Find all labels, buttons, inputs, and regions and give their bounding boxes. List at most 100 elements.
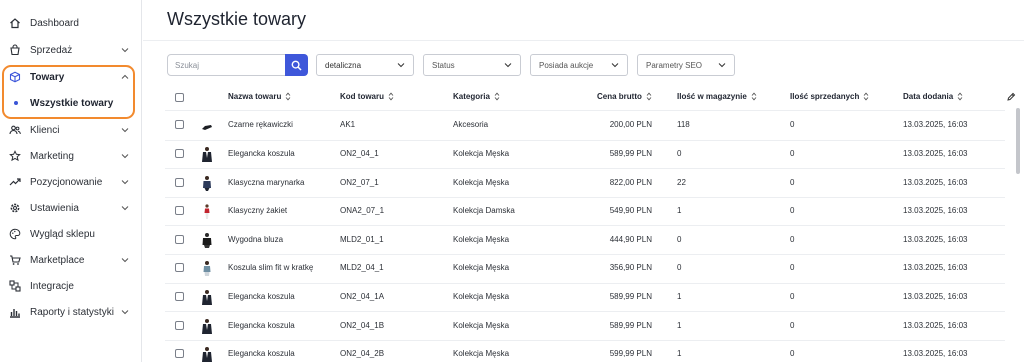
product-code: ON2_04_1 xyxy=(340,148,379,158)
column-header-category[interactable]: Kategoria xyxy=(453,92,500,101)
price-type-select[interactable]: detaliczna xyxy=(316,54,414,76)
row-divider xyxy=(165,168,1005,170)
bar-chart-icon xyxy=(9,306,21,318)
sidebar-item-klienci[interactable]: Klienci xyxy=(0,117,142,143)
status-select[interactable]: Status xyxy=(423,54,521,76)
column-header-label: Kategoria xyxy=(453,92,490,101)
cart-icon xyxy=(9,44,21,56)
product-thumbnail[interactable] xyxy=(201,260,213,277)
sidebar-item-wyglad-sklepu[interactable]: Wygląd sklepu xyxy=(0,221,142,247)
row-checkbox[interactable] xyxy=(175,320,184,330)
product-code: AK1 xyxy=(340,120,356,130)
product-date: 13.03.2025, 16:03 xyxy=(903,148,968,158)
sidebar-item-integracje[interactable]: Integracje xyxy=(0,273,142,299)
sort-icon xyxy=(751,92,757,101)
product-code: MLD2_04_1 xyxy=(340,263,384,273)
product-stock: 0 xyxy=(677,263,682,273)
chevron-down-icon xyxy=(121,180,129,185)
product-thumbnail[interactable] xyxy=(201,318,213,334)
product-category: Kolekcja Damska xyxy=(453,206,515,216)
product-thumbnail[interactable] xyxy=(201,175,213,191)
product-thumbnail[interactable] xyxy=(201,117,213,133)
gear-icon xyxy=(9,202,21,214)
scrollbar-thumb[interactable] xyxy=(1016,108,1020,174)
product-thumbnail[interactable] xyxy=(201,346,213,362)
product-thumbnail[interactable] xyxy=(201,232,213,248)
row-checkbox[interactable] xyxy=(175,349,184,359)
column-header-label: Ilość w magazynie xyxy=(677,92,747,101)
product-name[interactable]: Klasyczny żakiet xyxy=(228,206,287,215)
column-header-code[interactable]: Kod towaru xyxy=(340,92,394,101)
sidebar-item-marketplace[interactable]: Marketplace xyxy=(0,247,142,273)
product-date: 13.03.2025, 16:03 xyxy=(903,120,968,130)
product-name[interactable]: Czarne rękawiczki xyxy=(228,120,293,129)
product-name[interactable]: Wygodna bluza xyxy=(228,235,283,244)
row-checkbox[interactable] xyxy=(175,177,184,187)
row-checkbox[interactable] xyxy=(175,234,184,244)
product-category: Kolekcja Męska xyxy=(453,349,510,359)
product-date: 13.03.2025, 16:03 xyxy=(903,206,968,216)
product-date: 13.03.2025, 16:03 xyxy=(903,349,968,359)
sidebar-item-pozycjonowanie[interactable]: Pozycjonowanie xyxy=(0,169,142,195)
product-code: ON2_04_2B xyxy=(340,349,385,359)
product-date: 13.03.2025, 16:03 xyxy=(903,320,968,330)
sidebar-item-marketing[interactable]: Marketing xyxy=(0,143,142,169)
column-header-price[interactable]: Cena brutto xyxy=(597,92,652,101)
product-name[interactable]: Klasyczna marynarka xyxy=(228,178,304,187)
product-stock: 1 xyxy=(677,206,682,216)
product-name[interactable]: Elegancka koszula xyxy=(228,321,295,330)
column-header-name[interactable]: Nazwa towaru xyxy=(228,92,291,101)
row-checkbox[interactable] xyxy=(175,263,184,273)
row-divider xyxy=(165,282,1005,284)
sidebar-item-label: Marketing xyxy=(30,150,74,162)
product-price: 356,90 PLN xyxy=(609,263,652,273)
sort-icon xyxy=(286,92,291,101)
product-thumbnail[interactable] xyxy=(201,146,213,162)
sidebar-item-sprzedaz[interactable]: Sprzedaż xyxy=(0,37,142,63)
row-divider xyxy=(165,225,1005,227)
product-name[interactable]: Elegancka koszula xyxy=(228,349,295,358)
row-divider xyxy=(165,339,1005,341)
product-price: 599,99 PLN xyxy=(609,349,652,359)
row-divider xyxy=(165,139,1005,141)
chevron-down-icon xyxy=(121,154,129,159)
sidebar-item-dashboard[interactable]: Dashboard xyxy=(0,10,142,36)
price-type-value: detaliczna xyxy=(325,60,362,70)
chevron-down-icon xyxy=(397,63,405,68)
row-checkbox[interactable] xyxy=(175,120,184,130)
product-name[interactable]: Elegancka koszula xyxy=(228,149,295,158)
sidebar-item-label: Pozycjonowanie xyxy=(30,176,103,188)
product-sold: 0 xyxy=(790,120,795,130)
row-checkbox[interactable] xyxy=(175,291,184,301)
search-input[interactable] xyxy=(168,55,280,76)
column-header-date[interactable]: Data dodania xyxy=(903,92,963,101)
product-code: ONA2_07_1 xyxy=(340,206,385,216)
product-name[interactable]: Koszula slim fit w kratkę xyxy=(228,263,313,272)
search-icon xyxy=(291,60,302,71)
product-stock: 0 xyxy=(677,234,682,244)
product-name[interactable]: Elegancka koszula xyxy=(228,292,295,301)
row-divider xyxy=(165,311,1005,313)
auction-select[interactable]: Posiada aukcje xyxy=(530,54,628,76)
column-header-stock[interactable]: Ilość w magazynie xyxy=(677,92,757,101)
row-checkbox[interactable] xyxy=(175,148,184,158)
seo-select[interactable]: Parametry SEO xyxy=(637,54,735,76)
product-code: ON2_04_1B xyxy=(340,320,385,330)
sidebar-item-raporty[interactable]: Raporty i statystyki xyxy=(0,299,142,325)
edit-columns-icon[interactable] xyxy=(1006,92,1016,102)
search-button[interactable] xyxy=(285,54,308,76)
sidebar-item-label: Sprzedaż xyxy=(30,44,73,56)
chevron-down-icon xyxy=(121,258,129,263)
seo-placeholder: Parametry SEO xyxy=(646,60,703,70)
product-stock: 118 xyxy=(677,120,690,130)
palette-icon xyxy=(9,228,21,240)
row-checkbox[interactable] xyxy=(175,206,184,216)
product-price: 589,99 PLN xyxy=(609,148,652,158)
product-thumbnail[interactable] xyxy=(201,203,213,220)
column-header-sold[interactable]: Ilość sprzedanych xyxy=(790,92,869,101)
sidebar-item-ustawienia[interactable]: Ustawienia xyxy=(0,195,142,221)
select-all-checkbox[interactable] xyxy=(175,93,184,102)
product-thumbnail[interactable] xyxy=(201,289,213,305)
product-date: 13.03.2025, 16:03 xyxy=(903,291,968,301)
product-sold: 0 xyxy=(790,320,795,330)
